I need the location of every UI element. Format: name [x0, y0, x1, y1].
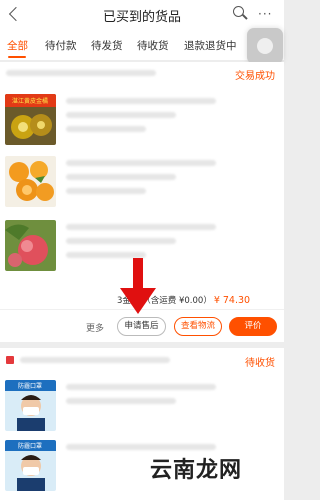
tab-all[interactable]: 全部: [7, 38, 28, 53]
view-logistics-button[interactable]: 查看物流: [174, 317, 222, 336]
product-spec-blurred: [66, 238, 176, 244]
more-options-icon[interactable]: ···: [258, 7, 272, 21]
shop-name-blurred: [6, 70, 156, 76]
shop-icon: [6, 356, 14, 364]
top-nav-bar: 已买到的货品 ···: [0, 0, 284, 30]
product-spec-blurred: [66, 174, 176, 180]
product-thumbnail[interactable]: 防霾口罩: [5, 380, 56, 431]
tab-pending-payment[interactable]: 待付款: [45, 38, 77, 53]
thumb-caption: 防霾口罩: [18, 382, 42, 390]
watermark: 云南龙网: [150, 457, 243, 483]
red-down-arrow-icon: [120, 258, 156, 314]
product-spec-blurred: [66, 398, 176, 404]
product-thumbnail[interactable]: [5, 156, 56, 207]
order-total-price: ¥ 74.30: [213, 295, 251, 306]
product-title-blurred: [66, 98, 216, 104]
tab-pending-shipment[interactable]: 待发货: [91, 38, 123, 53]
product-spec-blurred: [66, 112, 176, 118]
tab-pending-receipt[interactable]: 待收货: [137, 38, 169, 53]
floating-assistive-button[interactable]: [247, 28, 283, 64]
more-actions-link[interactable]: 更多: [86, 321, 104, 334]
product-title-blurred: [66, 384, 216, 390]
product-title-blurred: [66, 224, 216, 230]
review-button[interactable]: 评价: [229, 317, 277, 336]
product-title-blurred: [66, 444, 216, 450]
thumb-caption: 湛江黄皮金橘: [12, 97, 48, 105]
product-thumbnail[interactable]: 防霾口罩: [5, 440, 56, 491]
tab-refund[interactable]: 退款退货中: [184, 38, 237, 53]
product-thumbnail[interactable]: 湛江黄皮金橘: [5, 94, 56, 145]
thumb-caption: 防霾口罩: [18, 442, 42, 450]
product-price-blurred: [66, 126, 146, 132]
search-icon[interactable]: [233, 6, 248, 21]
shop-name-blurred: [20, 357, 170, 363]
product-thumbnail[interactable]: [5, 220, 56, 271]
order-status: 待收货: [245, 358, 275, 369]
product-price-blurred: [66, 188, 146, 194]
product-title-blurred: [66, 160, 216, 166]
order-status-tabs: 全部 待付款 待发货 待收货 退款退货中: [0, 30, 284, 60]
apply-after-sale-button[interactable]: 申请售后: [117, 317, 166, 336]
order-status: 交易成功: [235, 71, 275, 82]
active-tab-indicator: [8, 56, 26, 58]
